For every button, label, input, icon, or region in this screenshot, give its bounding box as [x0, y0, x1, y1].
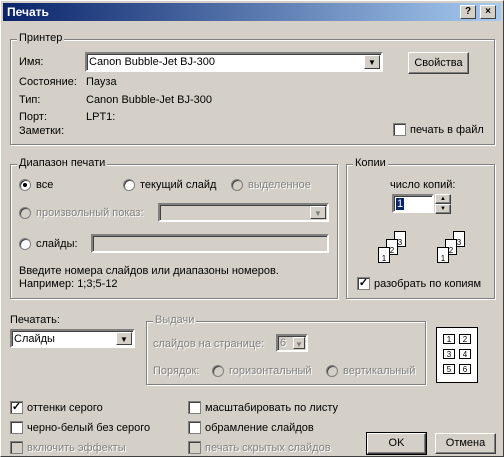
print-dialog: Печать ? × Принтер Имя: Canon Bubble-Jet…: [0, 0, 504, 457]
range-all-label: все: [36, 179, 54, 191]
window-title: Печать: [7, 5, 49, 19]
type-value: Canon Bubble-Jet BJ-300: [86, 94, 212, 106]
printer-name-label: Имя:: [19, 56, 44, 68]
per-page-label: слайдов на странице:: [153, 338, 265, 350]
range-slides-label: слайды:: [36, 238, 78, 250]
handouts-group-title: Выдачи: [153, 314, 197, 326]
comment-label: Заметки:: [19, 125, 65, 137]
animations-label: включить эффекты: [27, 442, 126, 454]
slide-cell: 4: [459, 349, 471, 359]
print-to-file-label: печать в файл: [410, 124, 484, 136]
copies-count-value: 1: [396, 198, 405, 210]
slides-input[interactable]: [91, 234, 329, 253]
print-what-label: Печатать:: [10, 314, 60, 326]
page-icon: 1: [378, 247, 390, 263]
print-what-value: Слайды: [14, 333, 55, 345]
spin-down-icon[interactable]: ▼: [435, 204, 451, 214]
scale-to-fit-checkbox[interactable]: [188, 401, 201, 414]
range-group-title: Диапазон печати: [17, 157, 108, 169]
order-horizontal-radio[interactable]: [212, 365, 224, 377]
range-current-label: текущий слайд: [140, 179, 217, 191]
chevron-down-icon[interactable]: ▼: [310, 206, 326, 219]
chevron-down-icon[interactable]: ▼: [293, 337, 305, 349]
grayscale-checkbox[interactable]: ✓: [10, 401, 23, 414]
copies-count-input[interactable]: 1: [392, 194, 434, 213]
status-value: Пауза: [86, 76, 117, 88]
type-label: Тип:: [19, 94, 41, 106]
range-hint-line2: Например: 1;3;5-12: [19, 278, 118, 290]
properties-button[interactable]: Свойства: [408, 52, 469, 74]
copies-group-title: Копии: [353, 157, 388, 169]
help-button[interactable]: ?: [460, 5, 476, 19]
spin-up-icon[interactable]: ▲: [435, 194, 451, 204]
range-custom-show-radio[interactable]: [19, 207, 31, 219]
pure-bw-label: черно-белый без серого: [27, 422, 151, 434]
chevron-down-icon[interactable]: ▼: [116, 332, 132, 345]
handout-preview: 1 2 3 4 5 6: [436, 327, 478, 383]
pure-bw-checkbox[interactable]: [10, 421, 23, 434]
slide-cell: 1: [443, 334, 455, 344]
order-label: Порядок:: [153, 365, 200, 377]
range-hint-line1: Введите номера слайдов или диапазоны ном…: [19, 265, 279, 277]
frame-slides-checkbox[interactable]: [188, 421, 201, 434]
order-vertical-label: вертикальный: [343, 365, 416, 377]
range-slides-radio[interactable]: [19, 238, 31, 250]
frame-slides-label: обрамление слайдов: [205, 422, 314, 434]
per-page-combo[interactable]: 6 ▼: [276, 334, 308, 352]
scale-to-fit-label: масштабировать по листу: [205, 402, 338, 414]
port-label: Порт:: [19, 111, 47, 123]
print-to-file-checkbox[interactable]: [393, 123, 406, 136]
printer-group-title: Принтер: [17, 32, 65, 44]
hidden-slides-label: печать скрытых слайдов: [205, 442, 331, 454]
copies-count-label: число копий:: [390, 179, 456, 191]
order-horizontal-label: горизонтальный: [229, 365, 312, 377]
collate-checkbox[interactable]: ✓: [357, 277, 370, 290]
per-page-value: 6: [280, 337, 287, 349]
close-button[interactable]: ×: [480, 5, 496, 19]
printer-name-combo[interactable]: Canon Bubble-Jet BJ-300 ▼: [85, 52, 383, 72]
print-what-combo[interactable]: Слайды ▼: [10, 329, 135, 348]
range-selection-label: выделенное: [248, 179, 311, 191]
collate-label: разобрать по копиям: [374, 278, 482, 290]
chevron-down-icon[interactable]: ▼: [364, 55, 380, 69]
slide-cell: 3: [443, 349, 455, 359]
ok-button[interactable]: OK: [366, 432, 427, 455]
range-selection-radio[interactable]: [231, 179, 243, 191]
range-custom-show-label: произвольный показ:: [36, 207, 144, 219]
printer-name-value: Canon Bubble-Jet BJ-300: [89, 56, 215, 68]
order-vertical-radio[interactable]: [326, 365, 338, 377]
page-icon: 1: [437, 247, 449, 263]
title-bar: Печать ? ×: [3, 3, 501, 21]
slide-cell: 5: [443, 364, 455, 374]
slide-cell: 6: [459, 364, 471, 374]
animations-checkbox[interactable]: [10, 441, 23, 454]
range-all-radio[interactable]: [19, 179, 31, 191]
hidden-slides-checkbox[interactable]: [188, 441, 201, 454]
grayscale-label: оттенки серого: [27, 402, 103, 414]
port-value: LPT1:: [86, 111, 116, 123]
custom-show-combo[interactable]: ▼: [158, 203, 329, 222]
status-label: Состояние:: [19, 76, 77, 88]
slide-cell: 2: [459, 334, 471, 344]
range-current-radio[interactable]: [123, 179, 135, 191]
cancel-button[interactable]: Отмена: [435, 433, 496, 454]
